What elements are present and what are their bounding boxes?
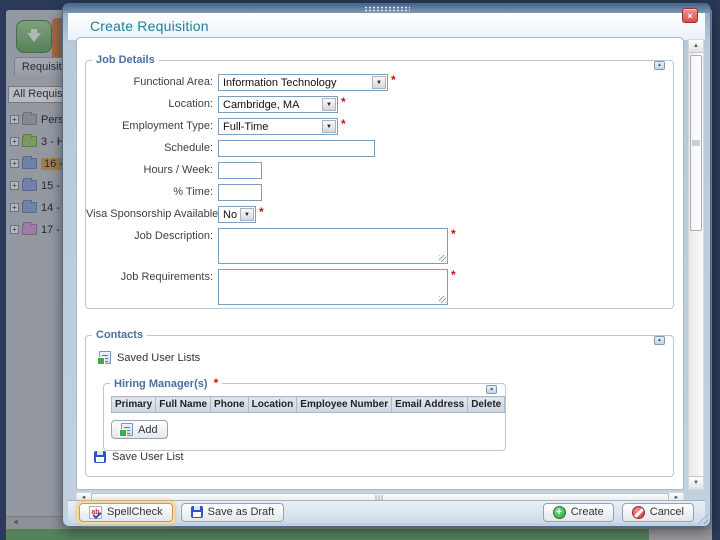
hours-week-label: Hours / Week: (86, 162, 218, 176)
save-icon (94, 451, 106, 463)
scroll-down-icon[interactable]: ▼ (689, 476, 703, 489)
job-description-textarea-wrap (218, 228, 448, 264)
collapse-section-icon[interactable]: ▲ (486, 385, 497, 394)
user-list-icon (99, 351, 111, 364)
column-primary: Primary (112, 397, 156, 413)
required-marker: * (451, 228, 456, 240)
employment-type-label: Employment Type: (86, 118, 218, 132)
job-requirements-textarea-wrap (218, 269, 448, 305)
functional-area-select[interactable]: Information Technology ▼ (218, 74, 388, 91)
location-select[interactable]: Cambridge, MA ▼ (218, 96, 338, 113)
required-marker: * (451, 269, 456, 281)
functional-area-label: Functional Area: (86, 74, 218, 88)
location-label: Location: (86, 96, 218, 110)
column-email-address: Email Address (392, 397, 468, 413)
create-requisition-dialog: Create Requisition × Job Details ▲ Funct… (62, 3, 711, 527)
chevron-down-icon[interactable]: ▼ (322, 120, 336, 133)
required-marker: * (391, 74, 396, 86)
drag-handle-icon[interactable] (364, 6, 410, 12)
hiring-managers-section: Hiring Manager(s) * ▲ Primary Full Name … (103, 377, 506, 451)
dialog-title: Create Requisition (90, 18, 209, 34)
job-details-legend: Job Details (92, 54, 159, 66)
job-requirements-row: Job Requirements: * (86, 269, 673, 305)
required-marker: * (341, 96, 346, 108)
employment-type-row: Employment Type: Full-Time ▼ * (86, 118, 673, 135)
schedule-input[interactable] (218, 140, 375, 157)
job-details-section: Job Details ▲ Functional Area: Informati… (85, 54, 674, 309)
collapse-section-icon[interactable]: ▲ (654, 336, 665, 345)
percent-time-label: % Time: (86, 184, 218, 198)
close-icon: × (687, 11, 692, 21)
employment-type-value: Full-Time (223, 121, 268, 133)
employment-type-select[interactable]: Full-Time ▼ (218, 118, 338, 135)
save-as-draft-label: Save as Draft (208, 506, 275, 518)
visa-value: No (223, 209, 237, 221)
functional-area-row: Functional Area: Information Technology … (86, 74, 673, 91)
vertical-scrollbar-thumb[interactable] (690, 55, 702, 231)
chevron-down-icon[interactable]: ▼ (372, 76, 386, 89)
cancel-button[interactable]: Cancel (622, 503, 694, 522)
close-button[interactable]: × (682, 8, 698, 23)
scroll-up-icon[interactable]: ▲ (689, 40, 703, 53)
column-delete: Delete (468, 397, 505, 413)
schedule-label: Schedule: (86, 140, 218, 154)
visa-select[interactable]: No ▼ (218, 206, 256, 223)
collapse-section-icon[interactable]: ▲ (654, 61, 665, 70)
hours-week-row: Hours / Week: (86, 162, 673, 179)
spellcheck-button[interactable]: ab SpellCheck (79, 503, 173, 522)
location-row: Location: Cambridge, MA ▼ * (86, 96, 673, 113)
screen: Requisiti All Requis + Perso + 3 - H + 1… (0, 0, 720, 540)
dialog-titlebar: Create Requisition (68, 13, 705, 40)
visa-row: Visa Sponsorship Available: No ▼ * (86, 206, 673, 223)
functional-area-value: Information Technology (223, 77, 337, 89)
contacts-legend: Contacts (92, 329, 147, 341)
saved-user-lists-label: Saved User Lists (117, 352, 200, 364)
spellcheck-label: SpellCheck (107, 506, 163, 518)
column-phone: Phone (211, 397, 249, 413)
hiring-managers-legend-text: Hiring Manager(s) (114, 378, 208, 390)
job-requirements-textarea[interactable] (219, 270, 447, 304)
column-employee-number: Employee Number (297, 397, 392, 413)
dialog-top-frame[interactable] (63, 4, 710, 13)
chevron-down-icon[interactable]: ▼ (322, 98, 336, 111)
vertical-scrollbar[interactable]: ▲ ▼ (688, 39, 704, 490)
saved-user-lists-link[interactable]: Saved User Lists (99, 351, 673, 364)
save-icon (191, 506, 203, 518)
required-marker: * (341, 118, 346, 130)
percent-time-input[interactable] (218, 184, 262, 201)
create-label: Create (571, 506, 604, 518)
percent-time-row: % Time: (86, 184, 673, 201)
schedule-row: Schedule: (86, 140, 673, 157)
required-marker: * (259, 206, 264, 218)
job-description-row: Job Description: * (86, 228, 673, 264)
save-user-list-label: Save User List (112, 451, 184, 463)
spellcheck-icon: ab (89, 506, 102, 519)
dialog-footer: ab SpellCheck Save as Draft + Create Can… (68, 500, 705, 523)
visa-label: Visa Sponsorship Available: (86, 206, 218, 220)
hiring-managers-legend: Hiring Manager(s) * (110, 377, 222, 390)
required-marker: * (214, 376, 219, 390)
cancel-icon (632, 506, 645, 519)
contacts-section: Contacts ▲ Saved User Lists Hiring Manag… (85, 329, 674, 477)
chevron-down-icon[interactable]: ▼ (240, 208, 254, 221)
job-description-textarea[interactable] (219, 229, 447, 263)
add-button-label: Add (138, 424, 158, 436)
column-location: Location (248, 397, 297, 413)
create-button[interactable]: + Create (543, 503, 614, 522)
save-as-draft-button[interactable]: Save as Draft (181, 503, 285, 522)
create-plus-icon: + (553, 506, 566, 519)
job-requirements-label: Job Requirements: (86, 269, 218, 283)
location-value: Cambridge, MA (223, 99, 299, 111)
dialog-content-panel: Job Details ▲ Functional Area: Informati… (76, 37, 684, 490)
table-header-row: Primary Full Name Phone Location Employe… (112, 397, 505, 413)
column-full-name: Full Name (156, 397, 211, 413)
job-description-label: Job Description: (86, 228, 218, 242)
hiring-managers-table: Primary Full Name Phone Location Employe… (111, 396, 505, 413)
cancel-label: Cancel (650, 506, 684, 518)
add-user-icon (121, 423, 133, 436)
save-user-list-link[interactable]: Save User List (94, 451, 673, 463)
hours-week-input[interactable] (218, 162, 262, 179)
add-hiring-manager-button[interactable]: Add (111, 420, 168, 439)
